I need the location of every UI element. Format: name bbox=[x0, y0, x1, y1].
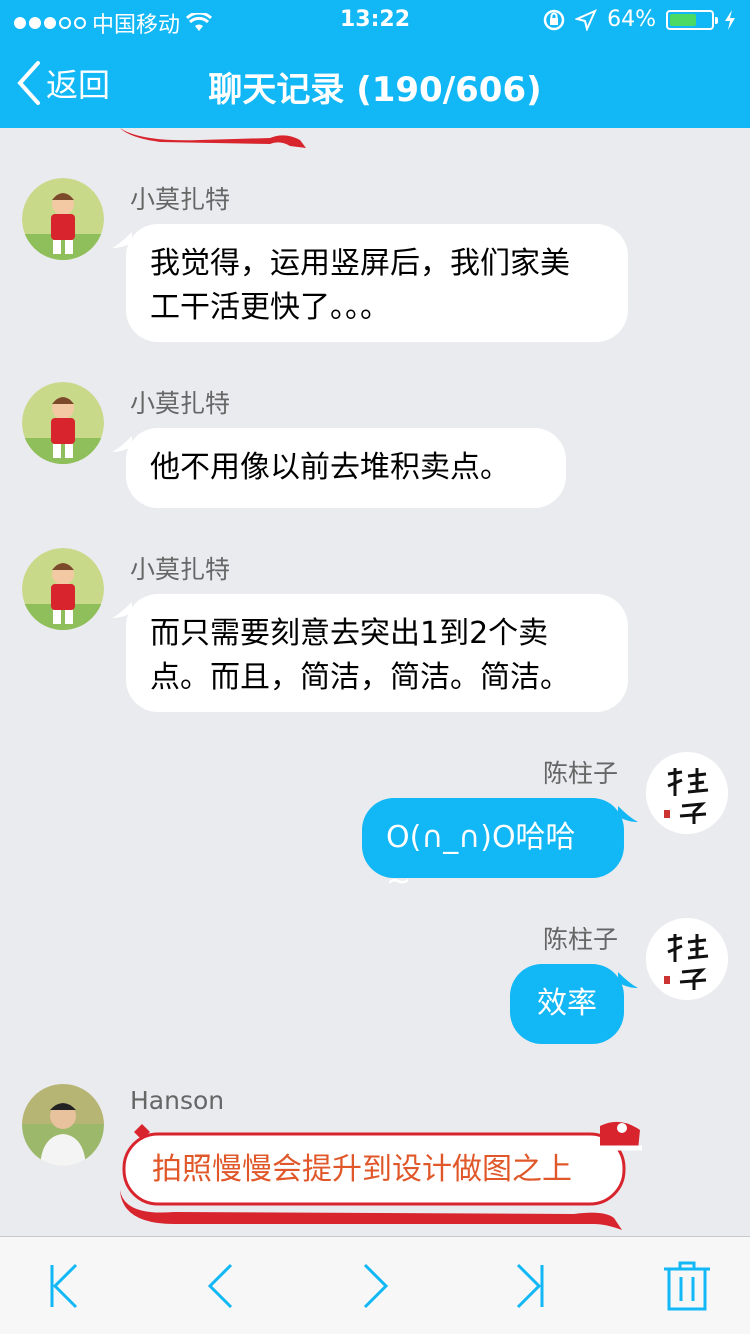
avatar[interactable] bbox=[22, 178, 104, 260]
chevron-right-icon bbox=[363, 1263, 389, 1309]
charging-bolt-icon bbox=[725, 9, 735, 30]
sender-name: Hanson bbox=[130, 1086, 225, 1115]
message-text-line: 拍照慢慢会提升到设计做图之上 bbox=[152, 1152, 572, 1187]
avatar[interactable] bbox=[22, 548, 104, 630]
festive-bubble-fragment bbox=[120, 128, 306, 148]
message-bubble[interactable]: O(∩_∩)O哈哈~ bbox=[362, 798, 624, 899]
message-bubble[interactable]: 而只需要刻意去突出1到2个卖 点。而且，简洁，简洁。简洁。 bbox=[126, 594, 628, 712]
status-bar: 中国移动 13:22 64% bbox=[0, 0, 750, 40]
bubble-tail bbox=[618, 806, 638, 822]
location-arrow-icon bbox=[575, 8, 598, 31]
avatar[interactable] bbox=[646, 752, 728, 834]
message-bubble[interactable]: 我觉得，运用竖屏后，我们家美 工干活更快了。。。 bbox=[126, 224, 628, 342]
bubble-tail bbox=[618, 972, 638, 988]
bottom-toolbar bbox=[0, 1236, 750, 1334]
sender-name: 小莫扎特 bbox=[130, 185, 231, 214]
orientation-lock-icon bbox=[543, 9, 565, 30]
avatar[interactable] bbox=[22, 1084, 104, 1166]
skip-to-last-icon bbox=[516, 1263, 544, 1309]
nav-bar: 返回 聊天记录 (190/606) bbox=[0, 44, 750, 128]
message-text-line: 我觉得，运用竖屏后，我们家美 bbox=[150, 246, 570, 281]
sender-name: 陈柱子 bbox=[542, 925, 618, 954]
message-text-line: 而只需要刻意去突出1到2个卖 bbox=[150, 616, 549, 651]
first-page-button[interactable] bbox=[38, 1261, 88, 1311]
battery-icon bbox=[666, 9, 718, 30]
chat-history[interactable]: 小莫扎特 我觉得，运用竖屏后，我们家美 工干活更快了。。。 小莫扎特 他不用像以… bbox=[0, 128, 750, 1234]
skip-to-first-icon bbox=[50, 1263, 78, 1309]
sender-name: 陈柱子 bbox=[542, 759, 618, 788]
message-text-line: 点。而且，简洁，简洁。简洁。 bbox=[150, 660, 570, 695]
avatar[interactable] bbox=[646, 918, 728, 1000]
status-right: 64% bbox=[543, 7, 736, 32]
top-bar: 中国移动 13:22 64% 返回 聊天记录 (190/606) bbox=[0, 0, 750, 128]
sender-name: 小莫扎特 bbox=[130, 555, 231, 584]
message-bubble[interactable]: 他不用像以前去堆积卖点。 bbox=[126, 428, 566, 508]
message-bubble[interactable]: 效率 bbox=[510, 964, 624, 1044]
chevron-left-icon bbox=[207, 1263, 233, 1309]
trash-icon bbox=[664, 1261, 710, 1311]
message-text-line: O(∩_∩)O哈哈~ bbox=[386, 820, 576, 899]
last-page-button[interactable] bbox=[506, 1261, 556, 1311]
message-text-line: 工干活更快了。。。 bbox=[150, 290, 390, 325]
message-text-line: 他不用像以前去堆积卖点。 bbox=[150, 450, 510, 485]
delete-button[interactable] bbox=[662, 1261, 712, 1311]
page-title: 聊天记录 (190/606) bbox=[208, 70, 542, 110]
avatar[interactable] bbox=[22, 382, 104, 464]
next-page-button[interactable] bbox=[350, 1261, 400, 1311]
message-bubble[interactable]: 拍照慢慢会提升到设计做图之上 bbox=[140, 1140, 620, 1200]
message-text-line: 效率 bbox=[537, 986, 597, 1021]
previous-page-button[interactable] bbox=[196, 1261, 246, 1311]
battery-percent: 64% bbox=[607, 7, 656, 32]
sender-name: 小莫扎特 bbox=[130, 389, 231, 418]
